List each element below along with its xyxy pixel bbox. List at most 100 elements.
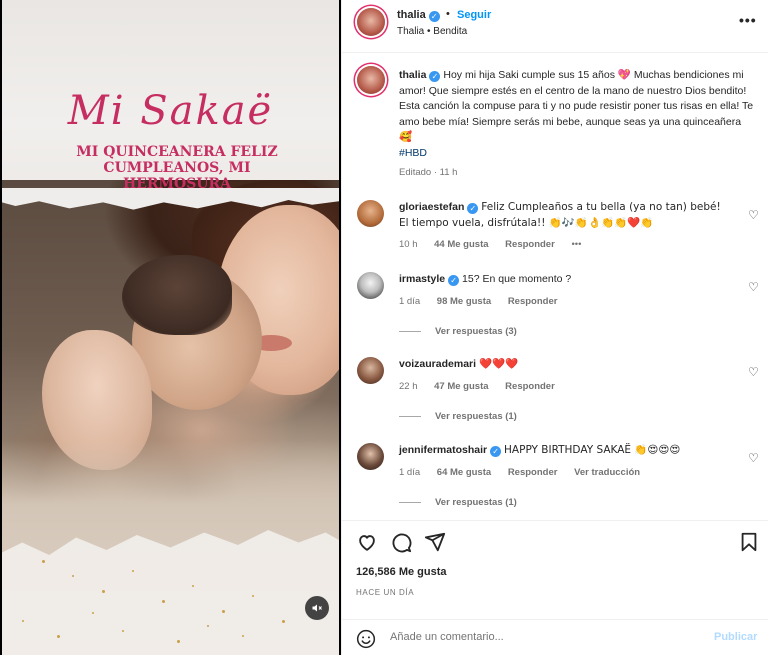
view-replies-label[interactable]: Ver respuestas (3): [435, 326, 517, 337]
verified-badge-icon: ✓: [467, 203, 479, 214]
likes-count[interactable]: 126,586 Me gusta: [356, 566, 447, 578]
post-actions: 126,586 Me gusta HACE UN DÍA Publicar: [342, 520, 768, 655]
post-panel: thalia ✓ • Seguir Thalia • Bendita ••• th…: [341, 0, 768, 655]
glitter: [92, 612, 94, 614]
comment-text: HAPPY BIRTHDAY SAKAË 👏😍😍😍: [504, 444, 681, 456]
comment-text-block: jennifermatoshair ✓ HAPPY BIRTHDAY SAKAË …: [399, 443, 729, 459]
hashtag-link[interactable]: #HBD: [399, 147, 427, 159]
glitter: [222, 610, 225, 613]
comment-meta: 22 h 47 Me gusta Responder: [399, 381, 569, 392]
glitter: [72, 575, 74, 577]
video-frame: Mi Sakaë MI QUINCEANERA FELIZ CUMPLEANOS…: [2, 0, 339, 655]
glitter: [102, 590, 105, 593]
post-date: HACE UN DÍA: [356, 588, 415, 597]
commenter-avatar[interactable]: [357, 357, 384, 384]
share-button[interactable]: [424, 531, 446, 553]
replies-divider: [399, 501, 421, 503]
reply-button[interactable]: Responder: [505, 239, 555, 250]
glitter: [132, 570, 134, 572]
comment-username[interactable]: gloriaestefan: [399, 201, 464, 213]
media-title: Mi Sakaë: [67, 88, 274, 134]
view-replies-label[interactable]: Ver respuestas (1): [435, 411, 517, 422]
commenter-avatar[interactable]: [357, 200, 384, 227]
glitter: [192, 585, 194, 587]
verified-badge-icon: ✓: [429, 71, 441, 82]
heart-icon: [359, 535, 375, 551]
comment-time: 22 h: [399, 381, 418, 392]
caption-avatar[interactable]: [357, 66, 385, 94]
comment-text-block: voizaurademari ❤️❤️❤️: [399, 357, 729, 373]
view-replies-button[interactable]: Ver respuestas (1): [399, 497, 517, 508]
comment-likes[interactable]: 98 Me gusta: [437, 296, 491, 307]
comment-time: 1 día: [399, 296, 421, 307]
follow-button[interactable]: Seguir: [457, 9, 491, 21]
comment-like-heart-icon[interactable]: ♡: [748, 365, 759, 379]
username-link[interactable]: thalia ✓: [397, 9, 440, 22]
add-comment-bar: Publicar: [342, 619, 768, 655]
translate-button[interactable]: Ver traducción: [574, 467, 640, 478]
glitter: [252, 595, 254, 597]
glitter: [242, 635, 244, 637]
comment-more-icon[interactable]: •••: [571, 239, 581, 250]
glitter: [122, 630, 124, 632]
view-replies-button[interactable]: Ver respuestas (3): [399, 326, 517, 337]
separator-dot: •: [446, 8, 450, 20]
verified-badge-icon: ✓: [428, 11, 440, 22]
more-options-icon[interactable]: •••: [739, 12, 757, 28]
comment-meta: 1 día 64 Me gusta Responder Ver traducci…: [399, 467, 654, 478]
reply-button[interactable]: Responder: [505, 381, 555, 392]
bookmark-icon: [741, 532, 757, 552]
glitter: [42, 560, 45, 563]
post-media[interactable]: Mi Sakaë MI QUINCEANERA FELIZ CUMPLEANOS…: [0, 0, 341, 655]
view-replies-button[interactable]: Ver respuestas (1): [399, 411, 517, 422]
comment-username[interactable]: voizaurademari: [399, 358, 476, 370]
speaker-muted-icon: [312, 604, 322, 612]
emoji-button[interactable]: [356, 629, 376, 649]
verified-badge-icon: ✓: [448, 275, 460, 286]
comment-likes[interactable]: 64 Me gusta: [437, 467, 491, 478]
comment-like-heart-icon[interactable]: ♡: [748, 208, 759, 222]
post-header: thalia ✓ • Seguir Thalia • Bendita •••: [342, 0, 768, 53]
smiley-icon: [356, 629, 376, 649]
comment-text: 15? En que momento ?: [462, 273, 572, 285]
verified-badge-icon: ✓: [490, 446, 502, 457]
comment-meta: 10 h 44 Me gusta Responder •••: [399, 239, 595, 250]
commenter-avatar[interactable]: [357, 272, 384, 299]
comment-username[interactable]: irmastyle: [399, 273, 445, 285]
commenter-avatar[interactable]: [357, 443, 384, 470]
comment-time: 1 día: [399, 467, 421, 478]
caption-text: Hoy mi hija Saki cumple sus 15 años 💖 Mu…: [399, 69, 754, 143]
share-icon: [424, 532, 446, 552]
reply-button[interactable]: Responder: [508, 296, 558, 307]
publish-button[interactable]: Publicar: [714, 631, 757, 643]
view-replies-label[interactable]: Ver respuestas (1): [435, 497, 517, 508]
comment-icon: [392, 533, 412, 553]
glitter: [282, 620, 285, 623]
mute-button[interactable]: [305, 596, 329, 620]
profile-avatar[interactable]: [357, 8, 385, 36]
comment-likes[interactable]: 47 Me gusta: [434, 381, 488, 392]
glitter: [177, 640, 180, 643]
save-button[interactable]: [738, 531, 760, 553]
replies-divider: [399, 415, 421, 417]
comment-username[interactable]: jennifermatoshair: [399, 444, 487, 456]
like-button[interactable]: [356, 531, 378, 553]
reply-button[interactable]: Responder: [508, 467, 558, 478]
media-subtitle: MI QUINCEANERA FELIZ CUMPLEANOS, MI HERM…: [76, 144, 278, 192]
glitter: [22, 620, 24, 622]
comment-button[interactable]: [390, 531, 412, 553]
post-caption: thalia ✓ Hoy mi hija Saki cumple sus 15 a…: [399, 68, 754, 161]
comment-input[interactable]: [390, 631, 690, 643]
glitter: [57, 635, 60, 638]
comment-like-heart-icon[interactable]: ♡: [748, 280, 759, 294]
comment-likes[interactable]: 44 Me gusta: [434, 239, 488, 250]
comment-time: 10 h: [399, 239, 418, 250]
username[interactable]: thalia: [397, 9, 426, 21]
glitter: [207, 625, 209, 627]
post-location[interactable]: Thalia • Bendita: [397, 26, 467, 37]
comment-like-heart-icon[interactable]: ♡: [748, 451, 759, 465]
replies-divider: [399, 330, 421, 332]
caption-meta: Editado · 11 h: [399, 167, 458, 178]
caption-username[interactable]: thalia: [399, 69, 426, 81]
photo-detail: [122, 255, 232, 335]
